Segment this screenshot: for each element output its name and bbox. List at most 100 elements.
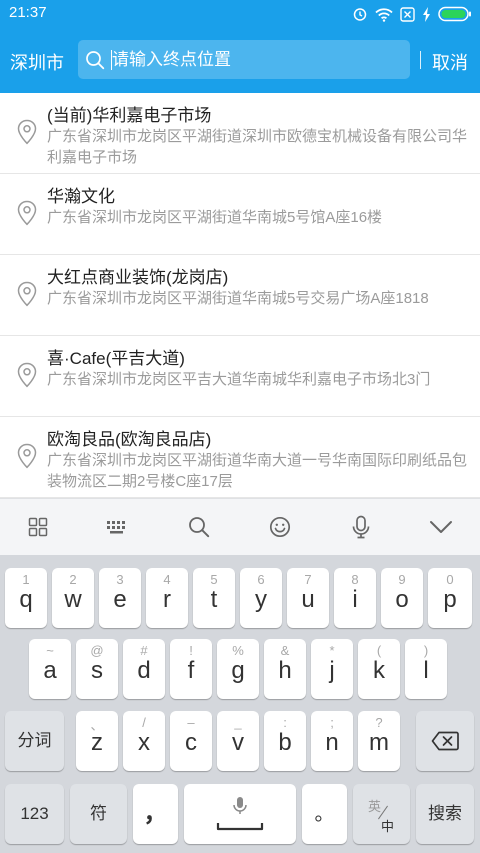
result-address: 广东省深圳市龙岗区平湖街道深圳市欧德宝机械设备有限公司华利嘉电子市场 xyxy=(47,128,468,166)
key-char: s xyxy=(91,657,103,684)
lang-en-label: 英 xyxy=(368,799,382,814)
key-char: y xyxy=(255,586,267,613)
key-g[interactable]: % g xyxy=(217,639,259,699)
key-char: g xyxy=(231,657,245,684)
search-icon[interactable] xyxy=(186,514,212,540)
key-s[interactable]: @ s xyxy=(76,639,118,699)
key-char: j xyxy=(329,657,335,684)
key-alt: ; xyxy=(330,715,334,730)
key-y[interactable]: 6y xyxy=(240,568,282,628)
key-v[interactable]: _ v xyxy=(217,711,259,771)
status-bar: 21:37 xyxy=(0,0,480,28)
result-item[interactable]: 大红点商业装饰(龙岗店) 广东省深圳市龙岗区平湖街道华南城5号交易广场A座181… xyxy=(0,255,480,336)
key-p[interactable]: 0p xyxy=(428,568,472,628)
key-alt: – xyxy=(187,715,195,730)
result-address: 广东省深圳市龙岗区平湖街道华南大道一号华南国际印刷纸品包装物流区二期2号楼C座1… xyxy=(47,452,468,490)
key-alt: : xyxy=(283,715,287,730)
result-item[interactable]: 喜·Cafe(平吉大道) 广东省深圳市龙岗区平吉大道华南城华利嘉电子市场北3门 xyxy=(0,336,480,417)
status-icons xyxy=(352,5,472,23)
key-alt: 9 xyxy=(398,572,406,587)
alarm-icon xyxy=(352,6,368,22)
key-x[interactable]: / x xyxy=(123,711,165,771)
key-r[interactable]: 4r xyxy=(146,568,188,628)
location-pin-icon xyxy=(16,200,38,231)
key-n[interactable]: ; n xyxy=(311,711,353,771)
mic-icon xyxy=(232,796,248,821)
grid-icon[interactable] xyxy=(25,514,51,540)
wifi-icon xyxy=(375,7,393,22)
key-char: e xyxy=(113,586,127,613)
result-name: 欧淘良品(欧淘良品店) xyxy=(47,430,212,449)
result-item[interactable]: (当前)华利嘉电子市场 广东省深圳市龙岗区平湖街道深圳市欧德宝机械设备有限公司华… xyxy=(0,93,480,174)
key-label: 123 xyxy=(20,804,49,823)
key-alt: 0 xyxy=(446,572,454,587)
status-time: 21:37 xyxy=(9,4,47,21)
key-alt: # xyxy=(140,643,148,658)
search-results-list: (当前)华利嘉电子市场 广东省深圳市龙岗区平湖街道深圳市欧德宝机械设备有限公司华… xyxy=(0,93,480,498)
symbols-key[interactable]: 符 xyxy=(70,784,127,844)
language-switch-key[interactable]: 英 中 xyxy=(353,784,410,844)
key-char: n xyxy=(325,729,339,756)
key-w[interactable]: 2w xyxy=(52,568,94,628)
key-f[interactable]: ! f xyxy=(170,639,212,699)
city-selector[interactable]: 深圳市 xyxy=(10,49,64,75)
location-pin-icon xyxy=(16,443,38,474)
key-e[interactable]: 3e xyxy=(99,568,141,628)
key-char: h xyxy=(278,657,292,684)
header-divider xyxy=(420,51,421,69)
app-header: 21:37 深圳市 请输入终点位置 取消 xyxy=(0,0,480,93)
result-address: 广东省深圳市龙岗区平湖街道华南城5号馆A座16楼 xyxy=(47,209,383,226)
space-key[interactable] xyxy=(184,784,296,844)
key-d[interactable]: # d xyxy=(123,639,165,699)
cancel-button[interactable]: 取消 xyxy=(432,49,468,75)
key-b[interactable]: :b xyxy=(264,711,306,771)
search-key[interactable]: 搜索 xyxy=(416,784,474,844)
key-q[interactable]: 1q xyxy=(5,568,47,628)
backspace-icon xyxy=(431,731,459,756)
key-m[interactable]: ? m xyxy=(358,711,400,771)
key-alt: ~ xyxy=(46,643,54,658)
key-char: i xyxy=(352,586,358,613)
key-c[interactable]: – c xyxy=(170,711,212,771)
result-item[interactable]: 欧淘良品(欧淘良品店) 广东省深圳市龙岗区平湖街道华南大道一号华南国际印刷纸品包… xyxy=(0,417,480,498)
key-t[interactable]: 5t xyxy=(193,568,235,628)
mic-icon[interactable] xyxy=(348,514,374,540)
collapse-icon[interactable] xyxy=(428,514,454,540)
key-label: 分词 xyxy=(17,731,52,750)
key-k[interactable]: (k xyxy=(358,639,400,699)
location-pin-icon xyxy=(16,362,38,393)
search-bar: 深圳市 取消 xyxy=(0,38,480,82)
key-alt: @ xyxy=(90,643,104,658)
key-j[interactable]: * j xyxy=(311,639,353,699)
comma-key[interactable]: ， xyxy=(133,784,178,844)
result-name: (当前)华利嘉电子市场 xyxy=(47,106,212,125)
key-char: w xyxy=(64,586,82,613)
key-l[interactable]: ) l xyxy=(405,639,447,699)
key-label: 。 xyxy=(314,803,335,825)
key-a[interactable]: ~ a xyxy=(29,639,71,699)
keyboard-icon[interactable] xyxy=(104,514,130,540)
key-alt: * xyxy=(329,643,335,658)
key-o[interactable]: 9o xyxy=(381,568,423,628)
key-label: 符 xyxy=(90,804,107,823)
key-alt: ( xyxy=(376,643,382,658)
keyboard-toolbar xyxy=(0,498,480,555)
key-alt: 1 xyxy=(22,572,30,587)
key-label: ， xyxy=(143,800,168,827)
key-char: o xyxy=(395,586,409,613)
key-h[interactable]: & h xyxy=(264,639,306,699)
lang-zh-label: 中 xyxy=(381,819,395,834)
backspace-key[interactable] xyxy=(416,711,474,771)
search-box[interactable] xyxy=(78,40,410,79)
key-char: k xyxy=(373,657,385,684)
period-key[interactable]: 。 xyxy=(302,784,347,844)
key-u[interactable]: 7u xyxy=(287,568,329,628)
numbers-key[interactable]: 123 xyxy=(5,784,64,844)
key-alt: 7 xyxy=(304,572,312,587)
key-i[interactable]: 8i xyxy=(334,568,376,628)
fenci-key[interactable]: 分词 xyxy=(5,711,64,771)
result-item[interactable]: 华瀚文化 广东省深圳市龙岗区平湖街道华南城5号馆A座16楼 xyxy=(0,174,480,255)
emoji-icon[interactable] xyxy=(267,514,293,540)
key-z[interactable]: 、 z xyxy=(76,711,118,771)
destination-search-input[interactable] xyxy=(112,46,402,73)
